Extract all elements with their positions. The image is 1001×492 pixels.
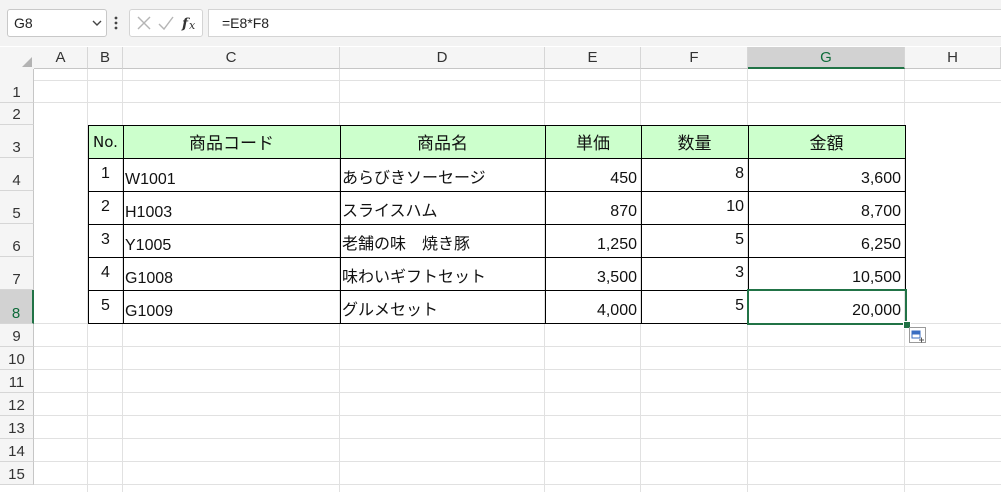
cell-price[interactable]: 450 — [545, 158, 641, 191]
cell-price[interactable]: 4,000 — [545, 290, 641, 323]
row-header-6[interactable]: 6 — [0, 224, 34, 257]
cell-no[interactable]: 5 — [88, 290, 123, 323]
cell-price[interactable]: 870 — [545, 191, 641, 224]
function-icon[interactable]: f x — [180, 10, 200, 36]
cell-amount[interactable]: 3,600 — [748, 158, 905, 191]
cell-no[interactable]: 1 — [88, 158, 123, 191]
formula-input[interactable]: =E8*F8 — [208, 9, 1001, 37]
column-header-c[interactable]: C — [123, 47, 340, 69]
table-border — [88, 224, 906, 225]
table-border — [123, 125, 124, 324]
quick-analysis-button[interactable] — [909, 327, 926, 343]
cell-code[interactable]: H1003 — [123, 191, 340, 224]
row-header-3[interactable]: 3 — [0, 125, 34, 158]
cell-code[interactable]: Y1005 — [123, 224, 340, 257]
cell-code[interactable]: W1001 — [123, 158, 340, 191]
quick-analysis-icon — [911, 330, 924, 343]
gridline — [34, 461, 1001, 462]
table-border — [88, 257, 906, 258]
vertical-ellipsis-icon[interactable] — [112, 13, 120, 33]
cell-code[interactable]: G1008 — [123, 257, 340, 290]
check-icon[interactable] — [157, 10, 175, 36]
cell-amount[interactable]: 20,000 — [748, 290, 905, 323]
gridline — [34, 415, 1001, 416]
cell-qty[interactable]: 10 — [641, 191, 748, 224]
column-header-e[interactable]: E — [545, 47, 641, 69]
header-cell-name[interactable]: 商品名 — [340, 125, 545, 158]
formula-bar-area: G8 f x =E8*F8 — [0, 0, 1001, 46]
cell-no[interactable]: 2 — [88, 191, 123, 224]
gridline — [34, 484, 1001, 485]
column-header-d[interactable]: D — [340, 47, 545, 69]
cell-no[interactable]: 3 — [88, 224, 123, 257]
table-border — [748, 125, 749, 324]
table-border — [88, 290, 906, 291]
table-border — [545, 125, 546, 324]
cell-amount[interactable]: 8,700 — [748, 191, 905, 224]
row-header-7[interactable]: 7 — [0, 257, 34, 290]
row-header-5[interactable]: 5 — [0, 191, 34, 224]
cell-no[interactable]: 4 — [88, 257, 123, 290]
cell-name[interactable]: 老舗の味 焼き豚 — [340, 224, 545, 257]
column-header-a[interactable]: A — [34, 47, 88, 69]
row-header-10[interactable]: 10 — [0, 347, 34, 370]
header-cell-qty[interactable]: 数量 — [641, 125, 748, 158]
cell-amount[interactable]: 10,500 — [748, 257, 905, 290]
cell-code[interactable]: G1009 — [123, 290, 340, 323]
cell-name[interactable]: スライスハム — [340, 191, 545, 224]
cell-price[interactable]: 1,250 — [545, 224, 641, 257]
gridline — [34, 346, 1001, 347]
cell-name[interactable]: あらびきソーセージ — [340, 158, 545, 191]
cell-qty[interactable]: 3 — [641, 257, 748, 290]
row-header-1[interactable]: 1 — [0, 69, 34, 103]
gridline — [34, 392, 1001, 393]
column-header-h[interactable]: H — [905, 47, 1001, 69]
name-box-value: G8 — [14, 15, 33, 31]
header-cell-no[interactable]: No. — [88, 125, 123, 158]
name-box[interactable]: G8 — [7, 9, 107, 37]
svg-text:x: x — [189, 19, 196, 32]
row-header-2[interactable]: 2 — [0, 103, 34, 125]
row-header-12[interactable]: 12 — [0, 393, 34, 416]
gridline — [34, 80, 1001, 81]
select-all-icon — [22, 57, 32, 67]
table-border — [88, 125, 906, 126]
column-header-f[interactable]: F — [641, 47, 748, 69]
table-border — [88, 158, 906, 159]
table-border — [88, 323, 906, 324]
table-border — [905, 125, 906, 324]
formula-text: =E8*F8 — [222, 15, 270, 31]
table-border — [88, 191, 906, 192]
header-cell-code[interactable]: 商品コード — [123, 125, 340, 158]
header-cell-amount[interactable]: 金額 — [748, 125, 905, 158]
gridline — [34, 438, 1001, 439]
table-border — [340, 125, 341, 324]
cell-qty[interactable]: 5 — [641, 290, 748, 323]
row-header-13[interactable]: 13 — [0, 416, 34, 439]
row-header-4[interactable]: 4 — [0, 158, 34, 191]
cell-amount[interactable]: 6,250 — [748, 224, 905, 257]
select-all-corner[interactable] — [0, 47, 34, 69]
row-header-15[interactable]: 15 — [0, 462, 34, 485]
row-header-11[interactable]: 11 — [0, 370, 34, 393]
cell-name[interactable]: グルメセット — [340, 290, 545, 323]
formula-buttons: f x — [129, 9, 203, 37]
cancel-icon[interactable] — [136, 10, 152, 36]
row-header-8[interactable]: 8 — [0, 290, 34, 324]
column-header-b[interactable]: B — [88, 47, 123, 69]
cell-name[interactable]: 味わいギフトセット — [340, 257, 545, 290]
column-header-g[interactable]: G — [748, 47, 905, 69]
row-header-14[interactable]: 14 — [0, 439, 34, 462]
table-border — [641, 125, 642, 324]
cell-price[interactable]: 3,500 — [545, 257, 641, 290]
table-border — [88, 125, 89, 324]
row-header-9[interactable]: 9 — [0, 324, 34, 347]
gridline — [34, 102, 1001, 103]
header-cell-price[interactable]: 単価 — [545, 125, 641, 158]
cell-qty[interactable]: 5 — [641, 224, 748, 257]
cell-qty[interactable]: 8 — [641, 158, 748, 191]
chevron-down-icon[interactable] — [92, 19, 102, 27]
gridline — [34, 369, 1001, 370]
worksheet-grid[interactable]: A B C D E F G H 1 2 3 4 5 6 7 8 9 10 11 … — [0, 47, 1001, 492]
